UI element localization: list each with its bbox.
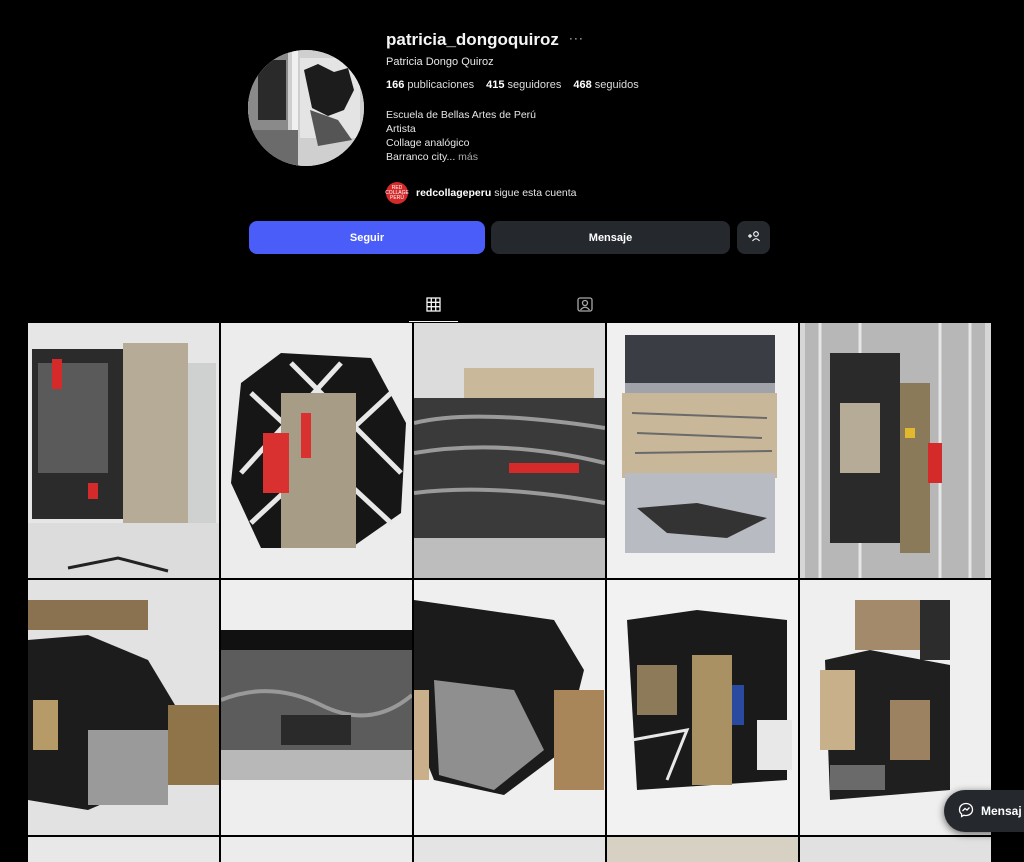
followed-by-suffix: sigue esta cuenta [494,187,577,199]
post-thumbnail[interactable] [414,323,605,578]
posts-grid [28,323,991,862]
bio-line: Artista [386,123,416,135]
bio-more-link[interactable]: más [458,151,478,163]
messages-label: Mensaj [981,804,1022,818]
posts-label: publicaciones [407,79,475,91]
post-thumbnail[interactable] [221,580,412,835]
post-thumbnail[interactable] [28,580,219,835]
profile-header: patricia_dongoquiroz ··· Patricia Dongo … [0,0,1024,320]
post-thumbnail[interactable] [28,837,219,862]
followed-by-avatar: RED COLLAGE PERÚ [385,182,409,204]
bio-line: Barranco city... [386,151,456,163]
post-thumbnail[interactable] [28,323,219,578]
following-stat[interactable]: 468 seguidos [573,79,638,91]
add-user-icon [747,230,761,245]
followed-by-text: redcollageperu sigue esta cuenta [416,187,577,199]
profile-stats: 166 publicaciones 415 seguidores 468 seg… [386,79,806,91]
profile-full-name: Patricia Dongo Quiroz [386,56,494,68]
post-thumbnail[interactable] [414,837,605,862]
tab-posts[interactable] [409,292,458,322]
tab-tagged[interactable] [560,292,609,321]
profile-bio: Escuela de Bellas Artes de Perú Artista … [386,108,806,164]
post-thumbnail[interactable] [800,837,991,862]
messages-button[interactable]: Mensaj [944,790,1024,832]
more-options-icon[interactable]: ··· [569,31,584,45]
followers-count: 415 [486,79,505,91]
post-thumbnail[interactable] [800,323,991,578]
followed-by-account[interactable]: redcollageperu [416,187,491,199]
message-button[interactable]: Mensaje [491,221,730,254]
post-thumbnail[interactable] [607,580,798,835]
followers-stat[interactable]: 415 seguidores [486,79,561,91]
profile-info: patricia_dongoquiroz ··· Patricia Dongo … [385,30,806,204]
post-thumbnail[interactable] [221,837,412,862]
follow-button[interactable]: Seguir [249,221,485,254]
post-thumbnail[interactable] [414,580,605,835]
bio-line: Escuela de Bellas Artes de Perú [386,109,537,121]
tagged-icon [576,296,593,317]
following-label: seguidos [594,79,639,91]
followed-by[interactable]: RED COLLAGE PERÚ redcollageperu sigue es… [385,182,806,204]
following-count: 468 [573,79,592,91]
profile-avatar[interactable] [248,50,364,166]
post-thumbnail[interactable] [607,323,798,578]
suggest-user-button[interactable] [737,221,770,254]
grid-icon [426,296,441,317]
profile-tabs [0,292,1024,322]
posts-stat: 166 publicaciones [386,79,474,91]
post-thumbnail[interactable] [221,323,412,578]
bio-line-last: Barranco city... más [386,150,806,164]
profile-username: patricia_dongoquiroz [386,30,559,49]
post-thumbnail[interactable] [607,837,798,862]
posts-count: 166 [386,79,405,91]
messenger-icon [958,802,974,821]
bio-line: Collage analógico [386,137,470,149]
followers-label: seguidores [507,79,562,91]
